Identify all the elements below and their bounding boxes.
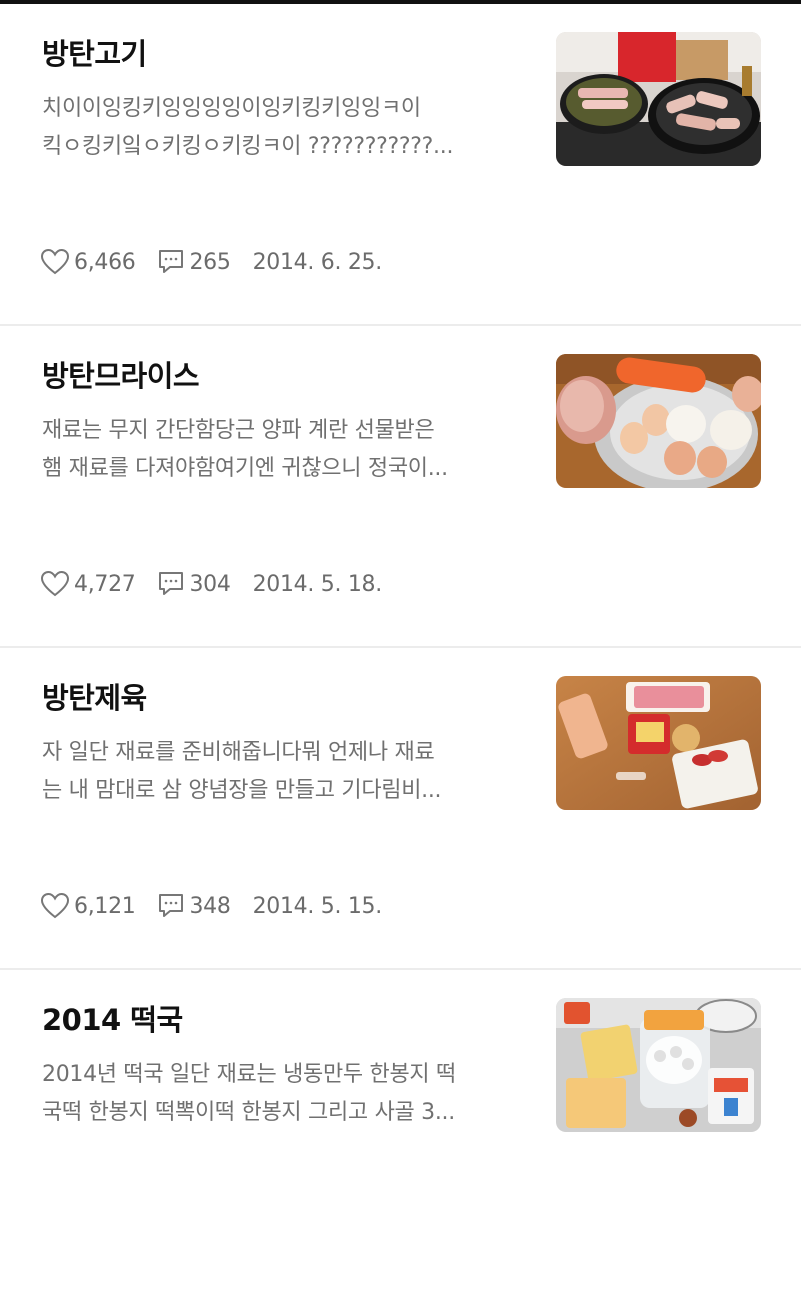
post-thumbnail[interactable] [556,354,761,488]
post-title[interactable]: 방탄므라이스 [42,356,522,396]
comment-count: 304 [189,571,231,597]
post-thumbnail[interactable] [556,676,761,810]
speech-bubble-icon[interactable] [157,570,185,598]
excerpt-line: 자 일단 재료를 준비해줍니다뭐 언제나 재료 [42,740,435,765]
post-meta: 6,121 348 2014. 5. 15. [40,890,382,922]
post-thumbnail[interactable] [556,32,761,166]
post-item[interactable]: 방탄고기 치이이잉킹키잉잉잉잉이잉키킹키잉잉ㅋ이 킥ㅇ킹키잌ㅇ키킹ㅇ키킹ㅋ이 ?… [0,4,801,326]
excerpt-line: 햄 재료를 다져야함여기엔 귀찮으니 정국이... [42,456,448,481]
post-meta: 4,727 304 2014. 5. 18. [40,568,382,600]
post-thumbnail[interactable] [556,998,761,1132]
heart-outline-icon[interactable] [40,892,70,920]
post-title[interactable]: 방탄제육 [42,678,522,718]
heart-outline-icon[interactable] [40,248,70,276]
excerpt-line: 국떡 한봉지 떡뽁이떡 한봉지 그리고 사골 3... [42,1100,455,1125]
post-date: 2014. 5. 15. [252,893,383,919]
post-list: 방탄고기 치이이잉킹키잉잉잉잉이잉키킹키잉잉ㅋ이 킥ㅇ킹키잌ㅇ키킹ㅇ키킹ㅋ이 ?… [0,4,801,1292]
excerpt-line: 는 내 맘대로 삼 양념장을 만들고 기다림비... [42,778,442,803]
post-item[interactable]: 2014 떡국 2014년 떡국 일단 재료는 냉동만두 한봉지 떡 국떡 한봉… [0,970,801,1292]
post-excerpt: 자 일단 재료를 준비해줍니다뭐 언제나 재료 는 내 맘대로 삼 양념장을 만… [42,734,510,810]
post-title[interactable]: 방탄고기 [42,34,522,74]
post-title[interactable]: 2014 떡국 [42,1000,522,1040]
post-date: 2014. 6. 25. [252,249,383,275]
post-item[interactable]: 방탄므라이스 재료는 무지 간단함당근 양파 계란 선물받은 햄 재료를 다져야… [0,326,801,648]
post-excerpt: 재료는 무지 간단함당근 양파 계란 선물받은 햄 재료를 다져야함여기엔 귀찮… [42,412,510,488]
excerpt-line: 2014년 떡국 일단 재료는 냉동만두 한봉지 떡 [42,1062,456,1087]
like-count: 6,121 [74,893,136,919]
speech-bubble-icon[interactable] [157,892,185,920]
post-meta: 6,466 265 2014. 6. 25. [40,246,382,278]
excerpt-line: 치이이잉킹키잉잉잉잉이잉키킹키잉잉ㅋ이 [42,96,421,121]
post-date: 2014. 5. 18. [252,571,383,597]
comment-count: 265 [189,249,231,275]
excerpt-line: 킥ㅇ킹키잌ㅇ키킹ㅇ키킹ㅋ이 ???????????... [42,134,454,159]
post-excerpt: 2014년 떡국 일단 재료는 냉동만두 한봉지 떡 국떡 한봉지 떡뽁이떡 한… [42,1056,510,1132]
comment-count: 348 [189,893,231,919]
speech-bubble-icon[interactable] [157,248,185,276]
post-excerpt: 치이이잉킹키잉잉잉잉이잉키킹키잉잉ㅋ이 킥ㅇ킹키잌ㅇ키킹ㅇ키킹ㅋ이 ??????… [42,90,510,166]
post-item[interactable]: 방탄제육 자 일단 재료를 준비해줍니다뭐 언제나 재료 는 내 맘대로 삼 양… [0,648,801,970]
heart-outline-icon[interactable] [40,570,70,598]
like-count: 6,466 [74,249,136,275]
like-count: 4,727 [74,571,136,597]
excerpt-line: 재료는 무지 간단함당근 양파 계란 선물받은 [42,418,435,443]
